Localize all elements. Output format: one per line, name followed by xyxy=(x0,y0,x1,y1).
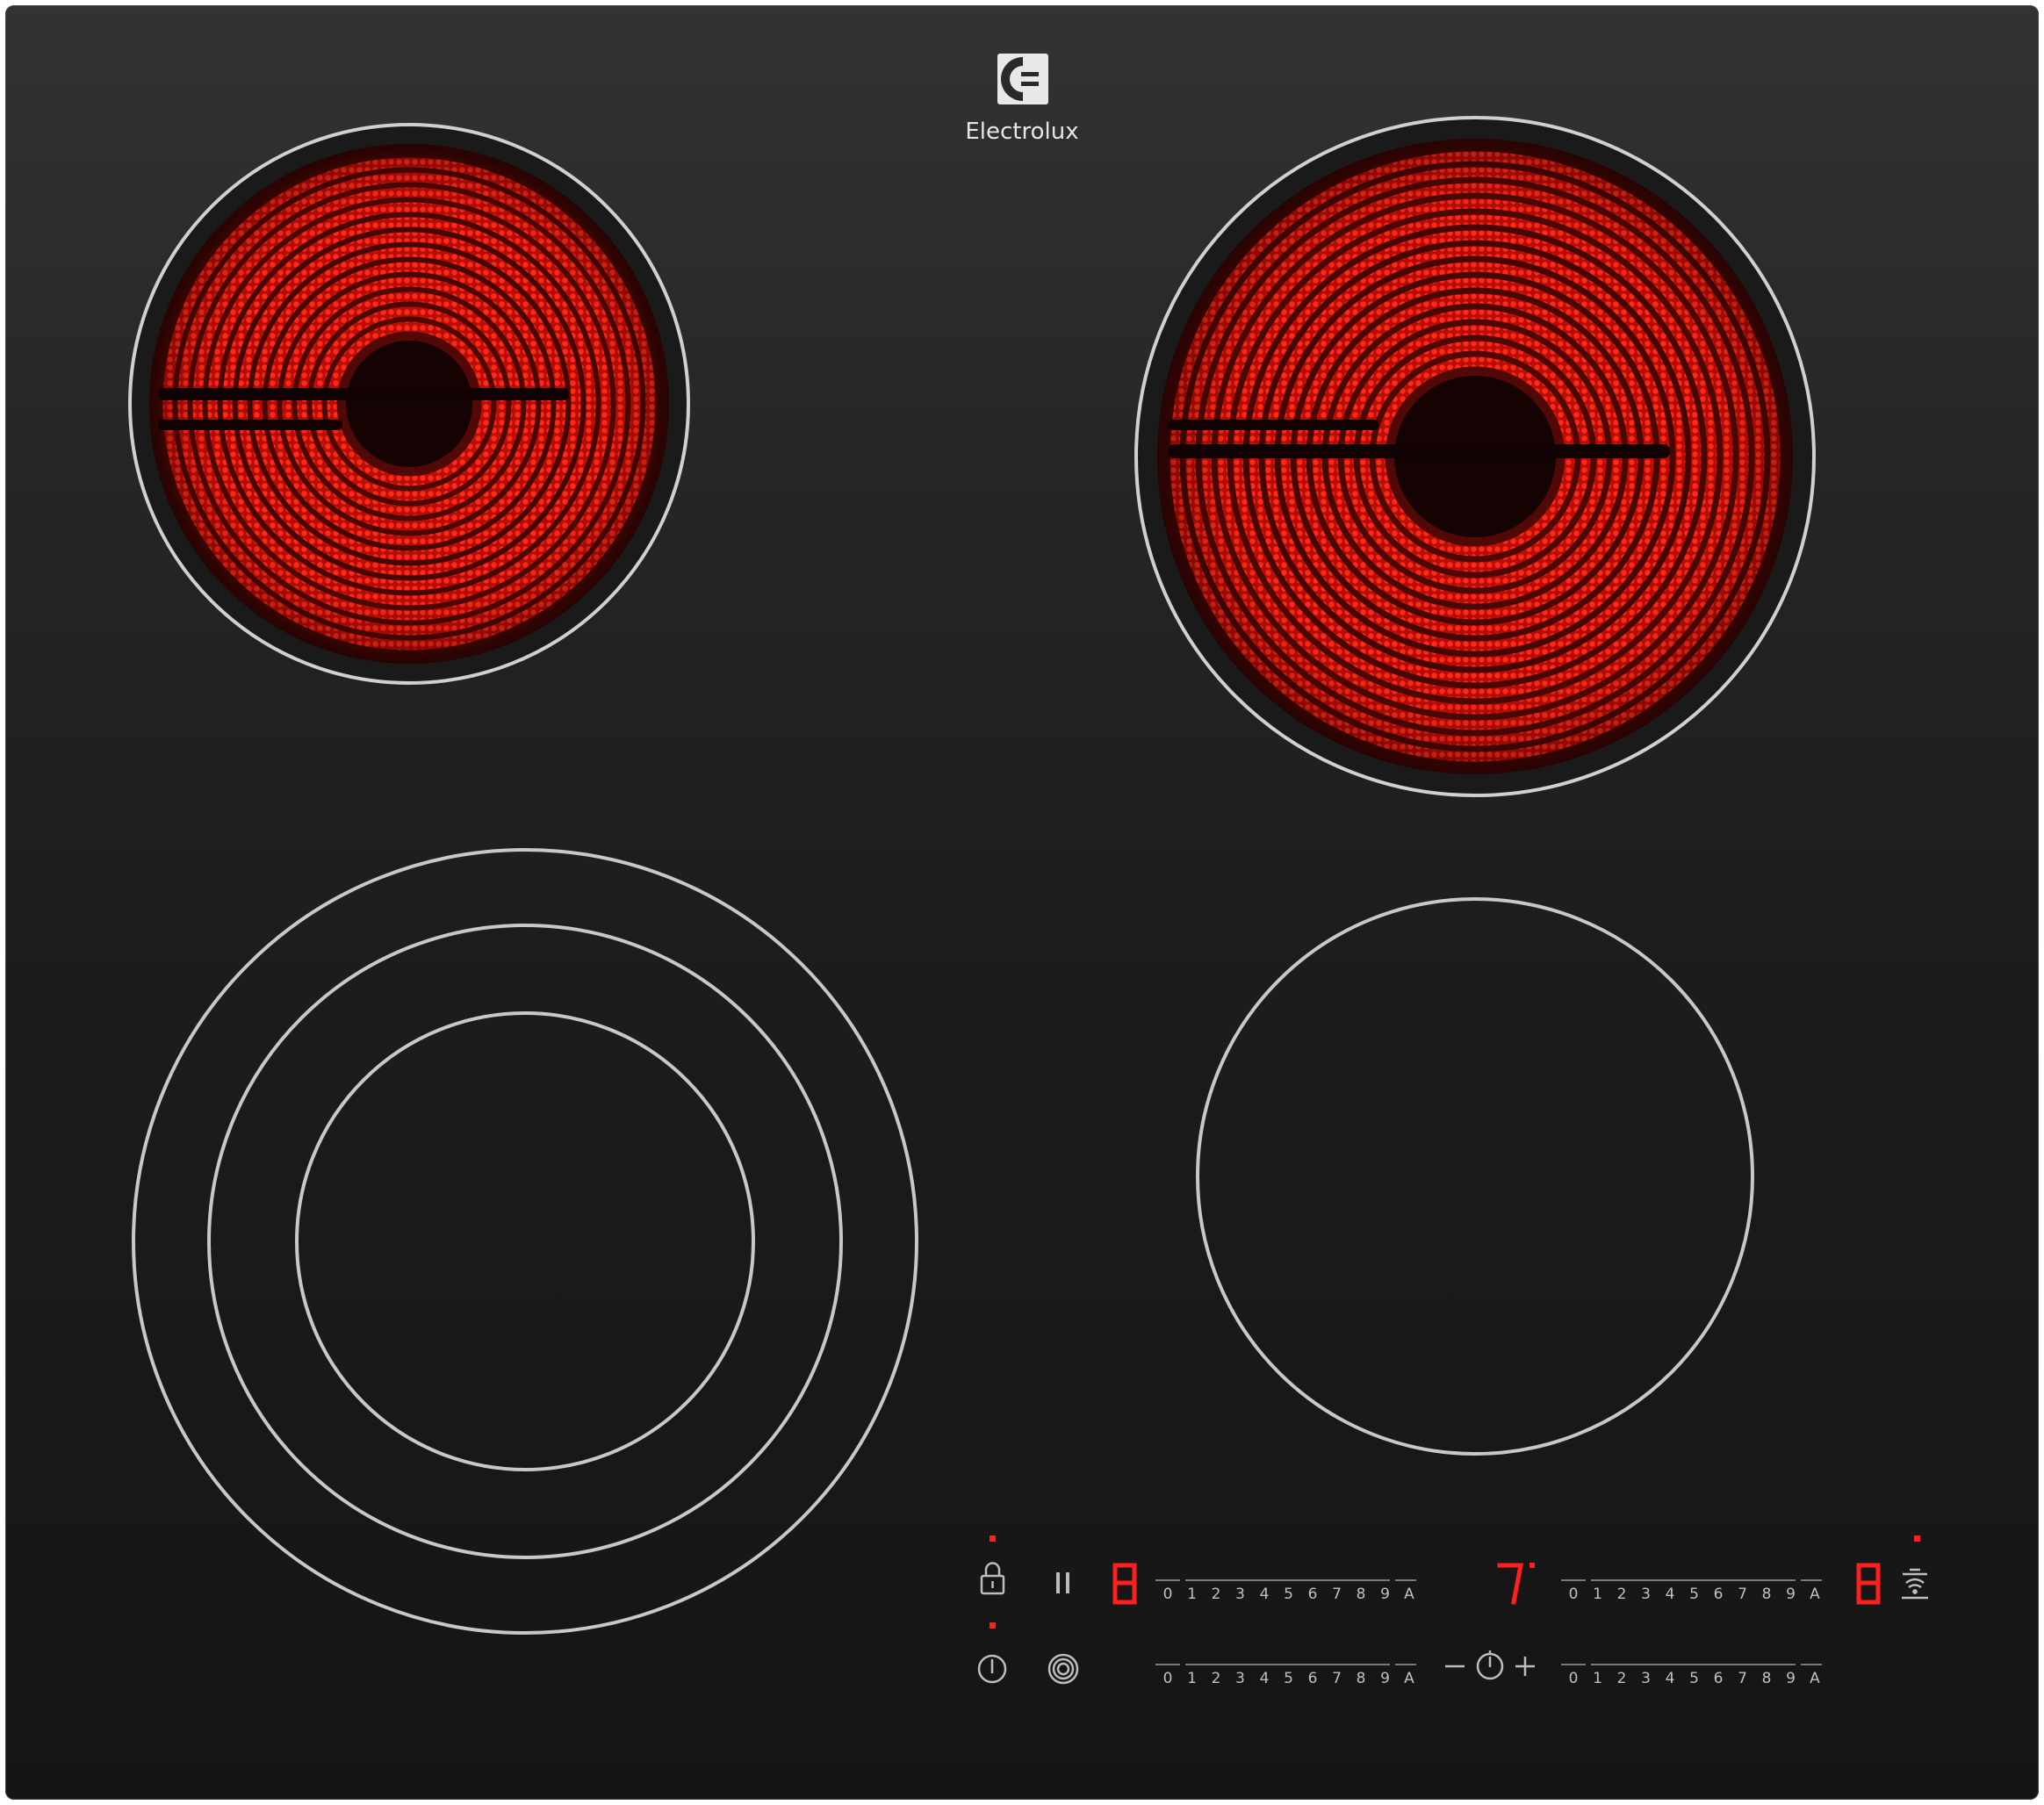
slider-step-1[interactable]: 1 xyxy=(1593,1586,1602,1603)
slider-step-5[interactable]: 5 xyxy=(1284,1586,1293,1603)
slider-step-1[interactable]: 1 xyxy=(1187,1586,1197,1603)
rear-left-zone[interactable] xyxy=(128,123,690,685)
slider-step-7[interactable]: 7 xyxy=(1738,1670,1747,1687)
hob-hood-display xyxy=(1856,1563,1881,1605)
zone-select-icon[interactable] xyxy=(1047,1653,1079,1685)
slider-step-4[interactable]: 4 xyxy=(1666,1670,1675,1687)
pause-icon[interactable] xyxy=(1056,1572,1069,1593)
rear-right-power-display xyxy=(1497,1563,1535,1605)
power-slider-front-left[interactable]: 0123456789A xyxy=(1155,1664,1416,1687)
timer-icon[interactable] xyxy=(1476,1650,1504,1680)
front-left-zone[interactable] xyxy=(132,848,918,1635)
slider-step-9[interactable]: 9 xyxy=(1786,1586,1796,1603)
power-icon[interactable] xyxy=(977,1654,1007,1684)
slider-step-9[interactable]: 9 xyxy=(1380,1670,1390,1687)
cooktop-surface: Electrolux 0 1 2 3 4 5 6 7 8 9 A 0 1 2 3… xyxy=(128,54,1928,1687)
slider-step-7[interactable]: 7 xyxy=(1332,1586,1342,1603)
power-slider-front-right[interactable]: 0123456789A xyxy=(1561,1664,1822,1687)
slider-step-2[interactable]: 2 xyxy=(1617,1586,1627,1603)
slider-step-7[interactable]: 7 xyxy=(1332,1670,1342,1687)
slider-step-1[interactable]: 1 xyxy=(1593,1670,1602,1687)
electrolux-logo-icon xyxy=(997,54,1048,104)
slider-step-1[interactable]: 1 xyxy=(1187,1670,1197,1687)
slider-step-5[interactable]: 5 xyxy=(1689,1670,1699,1687)
slider-step-3[interactable]: 3 xyxy=(1235,1670,1245,1687)
hob-to-hood-icon[interactable] xyxy=(1902,1568,1928,1600)
slider-step-0[interactable]: 0 xyxy=(1163,1670,1173,1687)
slider-step-0[interactable]: 0 xyxy=(1163,1586,1173,1603)
slider-step-A[interactable]: A xyxy=(1404,1586,1414,1603)
slider-step-4[interactable]: 4 xyxy=(1666,1586,1675,1603)
timer-plus-button[interactable] xyxy=(1515,1657,1535,1676)
slider-step-3[interactable]: 3 xyxy=(1641,1586,1651,1603)
outer-ring xyxy=(132,848,918,1635)
inner-ring xyxy=(295,1011,755,1471)
front-right-zone[interactable] xyxy=(1196,897,1754,1456)
slider-step-A[interactable]: A xyxy=(1810,1586,1820,1603)
slider-step-3[interactable]: 3 xyxy=(1641,1670,1651,1687)
slider-step-7[interactable]: 7 xyxy=(1738,1586,1747,1603)
timer-control xyxy=(1445,1650,1535,1680)
slider-step-0[interactable]: 0 xyxy=(1569,1586,1579,1603)
slider-step-0[interactable]: 0 xyxy=(1569,1670,1579,1687)
power-slider-rear-left[interactable]: 0123456789A xyxy=(1155,1579,1416,1603)
slider-step-9[interactable]: 9 xyxy=(1786,1670,1796,1687)
front-left-power-display xyxy=(1112,1563,1137,1605)
slider-step-2[interactable]: 2 xyxy=(1617,1670,1627,1687)
slider-step-9[interactable]: 9 xyxy=(1380,1586,1390,1603)
slider-step-4[interactable]: 4 xyxy=(1260,1586,1270,1603)
slider-step-3[interactable]: 3 xyxy=(1235,1586,1245,1603)
rear-right-zone[interactable] xyxy=(1134,116,1816,797)
slider-step-8[interactable]: 8 xyxy=(1357,1670,1366,1687)
slider-step-8[interactable]: 8 xyxy=(1357,1586,1366,1603)
brand-name: Electrolux xyxy=(965,119,1078,145)
lock-indicator-dot xyxy=(990,1535,996,1542)
power-slider-rear-right[interactable]: 0123456789A xyxy=(1561,1579,1822,1603)
slider-step-A[interactable]: A xyxy=(1404,1670,1414,1687)
power-indicator-dot xyxy=(990,1622,996,1629)
slider-step-2[interactable]: 2 xyxy=(1212,1586,1221,1603)
lock-icon[interactable] xyxy=(980,1562,1005,1595)
slider-step-6[interactable]: 6 xyxy=(1308,1586,1318,1603)
slider-step-6[interactable]: 6 xyxy=(1308,1670,1318,1687)
slider-step-5[interactable]: 5 xyxy=(1284,1670,1293,1687)
slider-step-A[interactable]: A xyxy=(1810,1670,1820,1687)
slider-step-2[interactable]: 2 xyxy=(1212,1670,1221,1687)
slider-step-6[interactable]: 6 xyxy=(1714,1670,1724,1687)
slider-step-6[interactable]: 6 xyxy=(1714,1586,1724,1603)
hob-hood-indicator-dot xyxy=(1914,1535,1920,1542)
slider-step-8[interactable]: 8 xyxy=(1762,1670,1772,1687)
slider-step-4[interactable]: 4 xyxy=(1260,1670,1270,1687)
slider-step-8[interactable]: 8 xyxy=(1762,1586,1772,1603)
slider-step-5[interactable]: 5 xyxy=(1689,1586,1699,1603)
middle-ring xyxy=(207,924,843,1559)
